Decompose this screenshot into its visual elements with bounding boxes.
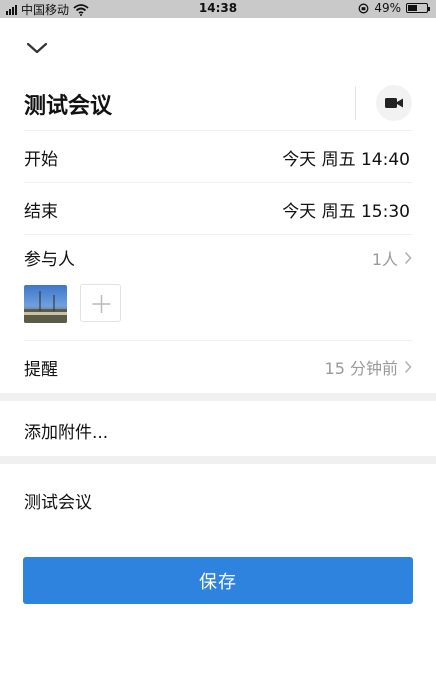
chevron-right-icon: [404, 251, 412, 265]
plus-icon: [92, 295, 111, 313]
status-right: 49%: [358, 1, 430, 15]
orientation-lock-icon: [358, 3, 369, 13]
video-conference-button[interactable]: [376, 85, 412, 121]
avatar-photo: [24, 291, 67, 323]
end-label: 结束: [24, 202, 58, 222]
chevron-down-icon[interactable]: [24, 38, 50, 58]
battery-icon: [406, 3, 430, 13]
participants-count[interactable]: 1人: [372, 246, 412, 270]
battery-level: [408, 5, 417, 11]
reminder-value-text: 15 分钟前: [324, 359, 398, 378]
reminder-value[interactable]: 15 分钟前: [325, 355, 412, 379]
section-divider: [0, 393, 436, 401]
event-description[interactable]: 测试会议: [24, 488, 92, 513]
add-attachment[interactable]: 添加附件...: [24, 418, 108, 443]
participant-avatar[interactable]: [24, 285, 67, 323]
event-edit-sheet: 测试会议 开始 今天 周五 14:40 结束 今天 周五 15:30 参与人 1…: [0, 18, 436, 682]
add-participant-button[interactable]: [80, 284, 121, 322]
end-time-row[interactable]: 结束 今天 周五 15:30: [24, 182, 412, 234]
save-button[interactable]: 保存: [23, 557, 413, 604]
participants-row[interactable]: 参与人 1人: [24, 234, 412, 274]
participants-label: 参与人: [24, 250, 75, 270]
event-title[interactable]: 测试会议: [24, 88, 112, 120]
battery-percent: 49%: [374, 1, 401, 15]
participants-count-text: 1人: [371, 250, 398, 269]
video-camera-icon: [385, 98, 403, 108]
start-time-row[interactable]: 开始 今天 周五 14:40: [24, 130, 412, 182]
title-row: 测试会议: [0, 80, 436, 128]
title-divider: [355, 86, 356, 120]
battery-cap: [428, 7, 430, 11]
reminder-label: 提醒: [24, 360, 58, 380]
status-bar: 中国移动 14:38 49%: [0, 0, 436, 18]
start-value[interactable]: 今天 周五 14:40: [282, 145, 410, 170]
end-value[interactable]: 今天 周五 15:30: [282, 197, 410, 222]
section-divider: [0, 456, 436, 464]
start-label: 开始: [24, 150, 58, 170]
chevron-right-icon: [404, 360, 412, 374]
reminder-row[interactable]: 提醒 15 分钟前: [24, 340, 412, 392]
